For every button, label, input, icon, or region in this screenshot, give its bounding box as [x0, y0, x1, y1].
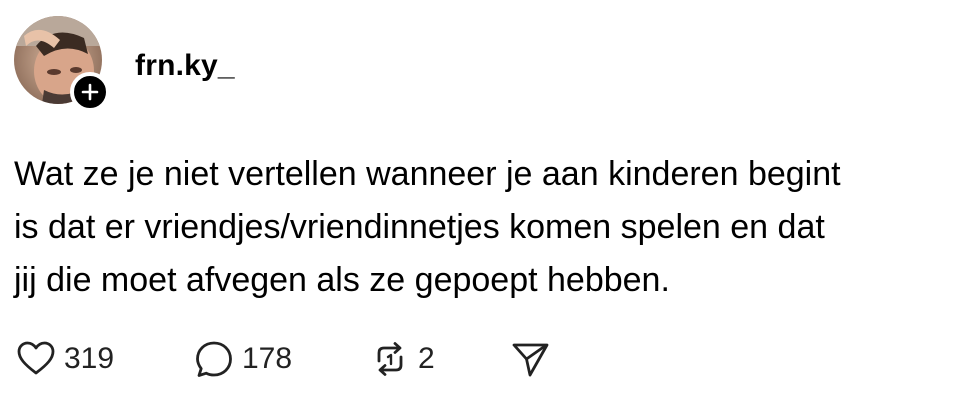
- post-text-line: is dat er vriendjes/vriendinnetjes komen…: [14, 208, 825, 246]
- follow-button[interactable]: [70, 72, 110, 112]
- send-icon: [512, 343, 549, 377]
- repost-icon: [377, 342, 403, 376]
- post-text: Wat ze je niet vertellen wanneer je aan …: [14, 148, 964, 307]
- heart-icon: [17, 341, 55, 375]
- repost-button[interactable]: 2: [370, 337, 435, 381]
- username[interactable]: frn.ky_: [135, 48, 235, 84]
- post-card: frn.ky_ Wat ze je niet vertellen wanneer…: [0, 0, 972, 402]
- speech-bubble-icon: [196, 341, 232, 377]
- like-count: 319: [64, 342, 115, 375]
- repost-count: 2: [418, 342, 435, 375]
- plus-icon: [81, 83, 99, 101]
- comment-count: 178: [242, 342, 293, 375]
- post-text-line: Wat ze je niet vertellen wanneer je aan …: [14, 155, 841, 193]
- comment-button[interactable]: 178: [194, 337, 292, 381]
- like-button[interactable]: 319: [16, 337, 114, 381]
- share-button[interactable]: [510, 337, 550, 381]
- avatar-container: [14, 16, 110, 112]
- post-text-line: jij die moet afvegen als ze gepoept hebb…: [14, 261, 670, 299]
